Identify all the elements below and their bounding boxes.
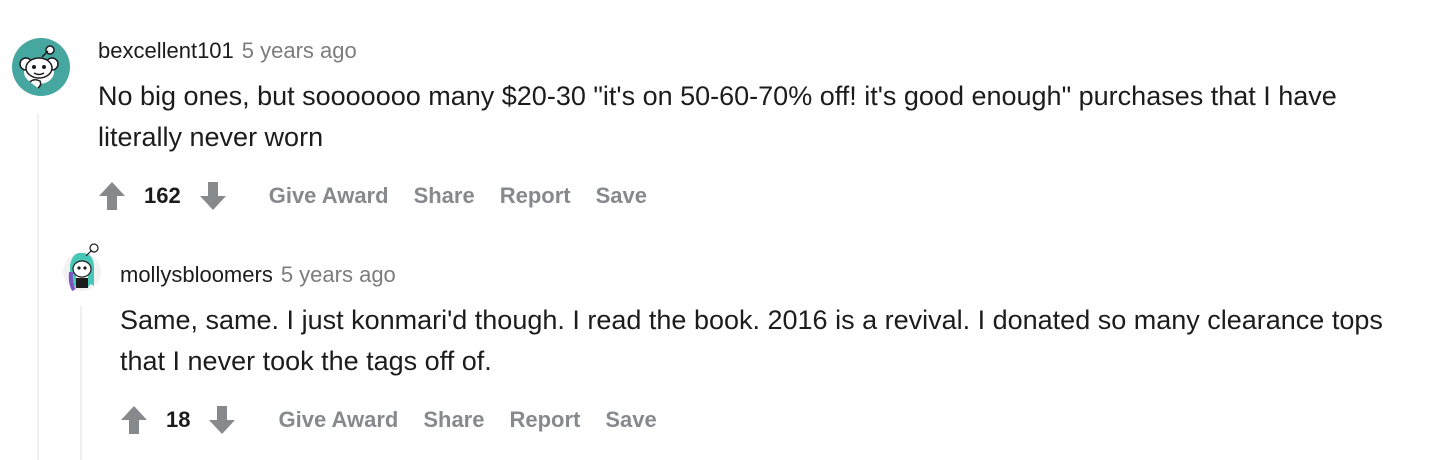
give-award-button[interactable]: Give Award bbox=[269, 183, 389, 209]
downvote-arrow-icon bbox=[199, 182, 226, 210]
comment-meta: bexcellent101 5 years ago bbox=[98, 38, 357, 64]
comment-actions: 18 Give Award Share Report Save bbox=[120, 400, 657, 440]
upvote-arrow-icon bbox=[99, 182, 125, 210]
author-link[interactable]: bexcellent101 bbox=[98, 38, 234, 63]
upvote-button[interactable] bbox=[120, 405, 148, 435]
comment-meta: mollysbloomers 5 years ago bbox=[120, 262, 396, 288]
share-button[interactable]: Share bbox=[423, 407, 484, 433]
save-button[interactable]: Save bbox=[605, 407, 656, 433]
downvote-button[interactable] bbox=[199, 181, 227, 211]
share-button[interactable]: Share bbox=[414, 183, 475, 209]
downvote-arrow-icon bbox=[209, 406, 236, 434]
snoo-avatar-icon[interactable] bbox=[12, 38, 70, 96]
snoo-avatar-icon[interactable] bbox=[62, 242, 104, 294]
thread-collapse-line[interactable] bbox=[80, 306, 82, 460]
report-button[interactable]: Report bbox=[500, 183, 571, 209]
comment-actions: 162 Give Award Share Report Save bbox=[98, 176, 647, 216]
comment-body: Same, same. I just konmari'd though. I r… bbox=[120, 305, 1383, 376]
vote-score: 162 bbox=[144, 183, 181, 208]
thread-collapse-line[interactable] bbox=[37, 114, 39, 460]
author-link[interactable]: mollysbloomers bbox=[120, 262, 273, 287]
timestamp[interactable]: 5 years ago bbox=[242, 38, 357, 63]
vote-score: 18 bbox=[166, 407, 191, 432]
downvote-button[interactable] bbox=[208, 405, 236, 435]
comment-body: No big ones, but sooooooo many $20-30 "i… bbox=[98, 81, 1337, 152]
upvote-button[interactable] bbox=[98, 181, 126, 211]
save-button[interactable]: Save bbox=[596, 183, 647, 209]
upvote-arrow-icon bbox=[121, 406, 147, 434]
give-award-button[interactable]: Give Award bbox=[278, 407, 398, 433]
comment-thread: bexcellent101 5 years ago No big ones, bu… bbox=[0, 0, 1448, 460]
timestamp[interactable]: 5 years ago bbox=[281, 262, 396, 287]
report-button[interactable]: Report bbox=[509, 407, 580, 433]
